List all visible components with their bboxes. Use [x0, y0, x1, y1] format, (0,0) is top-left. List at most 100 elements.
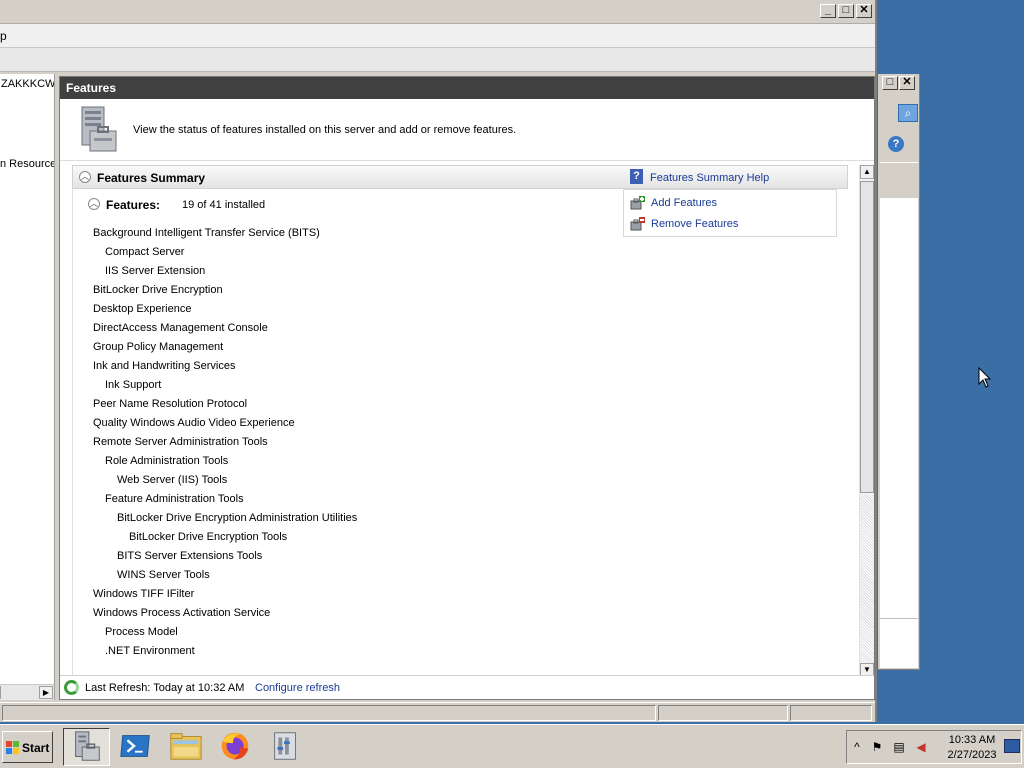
scroll-up-arrow-icon[interactable]: ▲ [860, 165, 874, 179]
feature-item: Remote Server Administration Tools [93, 436, 268, 448]
feature-item: BitLocker Drive Encryption Administratio… [117, 512, 358, 524]
features-summary-help-link[interactable]: Features Summary Help [650, 172, 769, 184]
intro-description: View the status of features installed on… [133, 124, 517, 136]
feature-item: Compact Server [105, 246, 185, 258]
statusbar-cell-3 [790, 705, 872, 721]
features-summary-header: ︿ Features Summary ? Features Summary He… [72, 165, 848, 189]
feature-item: BitLocker Drive Encryption Tools [129, 531, 288, 543]
pane-title: Features [60, 77, 874, 99]
maximize-button[interactable]: □ [838, 4, 854, 18]
feature-item: BitLocker Drive Encryption [93, 284, 223, 296]
tree-item-server[interactable]: ZAKKKCW3 [1, 78, 54, 90]
refresh-icon[interactable] [64, 680, 79, 695]
background-header-band [880, 162, 918, 182]
taskbar-powershell[interactable] [113, 728, 160, 766]
clock-time[interactable]: 10:33 AM [947, 734, 997, 746]
feature-item: WINS Server Tools [117, 569, 210, 581]
control-panel-icon [274, 732, 296, 760]
feature-item: Role Administration Tools [105, 455, 229, 467]
feature-item: .NET Environment [105, 645, 195, 657]
feature-item: Desktop Experience [93, 303, 192, 315]
start-button[interactable]: Start [2, 731, 53, 763]
background-window-content: ⌕ ? [880, 98, 918, 668]
show-hidden-icons-chevron-up-icon[interactable]: ^ [849, 739, 865, 755]
taskbar-firefox[interactable] [213, 728, 260, 766]
feature-item: Windows TIFF IFilter [93, 588, 195, 600]
statusbar-cell-2 [658, 705, 788, 721]
feature-item: Process Model [105, 626, 178, 638]
features-vertical-scrollbar[interactable]: ▲ ▼ [859, 165, 874, 677]
collapse-summary-chevron-up-icon[interactable]: ︿ [79, 171, 91, 183]
server-manager-window: _ □ ✕ p ZAKKKCW3 n Resource ▶ Features [0, 0, 877, 722]
close-button[interactable]: ✕ [856, 4, 872, 18]
features-scroll-area: ︿ Features Summary ? Features Summary He… [60, 163, 860, 675]
start-label: Start [22, 741, 50, 755]
network-icon[interactable]: ▤ [891, 739, 907, 755]
system-tray: ^ ⚑ ▤ ◀ 10:33 AM 2/27/2023 [846, 730, 1022, 764]
explorer-folder-icon [170, 733, 202, 760]
features-actions-box: Add Features Remove Features [623, 189, 837, 237]
scroll-left-area[interactable] [0, 686, 8, 699]
menubar: p [0, 24, 875, 48]
feature-item: BITS Server Extensions Tools [117, 550, 263, 562]
firefox-icon [221, 732, 249, 760]
clock-date[interactable]: 2/27/2023 [947, 749, 997, 761]
close-button[interactable]: ✕ [899, 76, 915, 90]
feature-item: Ink Support [105, 379, 162, 391]
navigation-tree: ZAKKKCW3 n Resource ▶ [0, 74, 55, 700]
feature-item: IIS Server Extension [105, 265, 206, 277]
last-refresh-text: Last Refresh: Today at 10:32 AM [85, 682, 245, 694]
powershell-icon [120, 735, 150, 757]
features-summary-title: Features Summary [97, 171, 206, 185]
configure-refresh-link[interactable]: Configure refresh [255, 682, 340, 694]
divider [880, 618, 918, 619]
feature-item: Peer Name Resolution Protocol [93, 398, 248, 410]
feature-item: Feature Administration Tools [105, 493, 244, 505]
features-section: ︿ Features: 19 of 41 installed Add Featu… [72, 189, 848, 675]
scroll-right-arrow-icon[interactable]: ▶ [39, 686, 53, 699]
feature-item: DirectAccess Management Console [93, 322, 268, 334]
show-desktop-icon[interactable] [1004, 739, 1020, 753]
server-features-icon [81, 106, 117, 152]
feature-item: Windows Process Activation Service [93, 607, 271, 619]
features-pane: Features View the status of features ins… [59, 76, 875, 700]
refresh-status-line: Last Refresh: Today at 10:32 AM Configur… [60, 675, 874, 699]
windows-logo-icon [6, 741, 19, 754]
add-features-icon [630, 196, 645, 210]
statusbar-cell-main [2, 705, 656, 721]
remove-features-link[interactable]: Remove Features [651, 218, 738, 230]
add-features-link[interactable]: Add Features [651, 197, 717, 209]
background-window-titlebar: □ ✕ [878, 74, 919, 94]
feature-item: Web Server (IIS) Tools [117, 474, 228, 486]
features-count: 19 of 41 installed [182, 199, 266, 211]
remove-features-icon [630, 217, 645, 231]
feature-item: Quality Windows Audio Video Experience [93, 417, 295, 429]
feature-item: Ink and Handwriting Services [93, 360, 236, 372]
search-icon[interactable]: ⌕ [898, 104, 918, 122]
toolbar [0, 48, 875, 72]
minimize-button[interactable]: _ [820, 4, 836, 18]
taskbar-server-manager[interactable] [63, 728, 110, 766]
help-book-icon[interactable]: ? [630, 169, 643, 184]
volume-muted-icon[interactable]: ◀ [913, 739, 929, 755]
server-manager-icon [75, 731, 100, 761]
features-label: Features: [106, 198, 161, 212]
window-titlebar: _ □ ✕ [0, 0, 875, 24]
help-icon[interactable]: ? [888, 136, 904, 152]
scrollbar-thumb[interactable] [860, 181, 874, 493]
feature-item: Background Intelligent Transfer Service … [93, 227, 320, 239]
scrollbar-track[interactable] [860, 495, 874, 663]
action-center-flag-icon[interactable]: ⚑ [869, 739, 885, 755]
maximize-button[interactable]: □ [882, 76, 898, 90]
collapse-features-chevron-up-icon[interactable]: ︿ [88, 198, 100, 210]
feature-item: Group Policy Management [93, 341, 224, 353]
menu-item-help[interactable]: p [0, 24, 7, 48]
background-window: □ ✕ ⌕ ? [878, 74, 920, 670]
background-toolbar: ⌕ ? [880, 98, 918, 198]
tree-horizontal-scrollbar[interactable]: ▶ [0, 684, 54, 700]
taskbar: Start ^ ⚑ ▤ ◀ 10:33 AM 2/27/2023 [0, 724, 1024, 768]
taskbar-control-panel[interactable] [263, 728, 310, 766]
window-statusbar [0, 702, 875, 722]
taskbar-explorer[interactable] [163, 728, 210, 766]
tree-item-resource[interactable]: n Resource [0, 158, 54, 170]
